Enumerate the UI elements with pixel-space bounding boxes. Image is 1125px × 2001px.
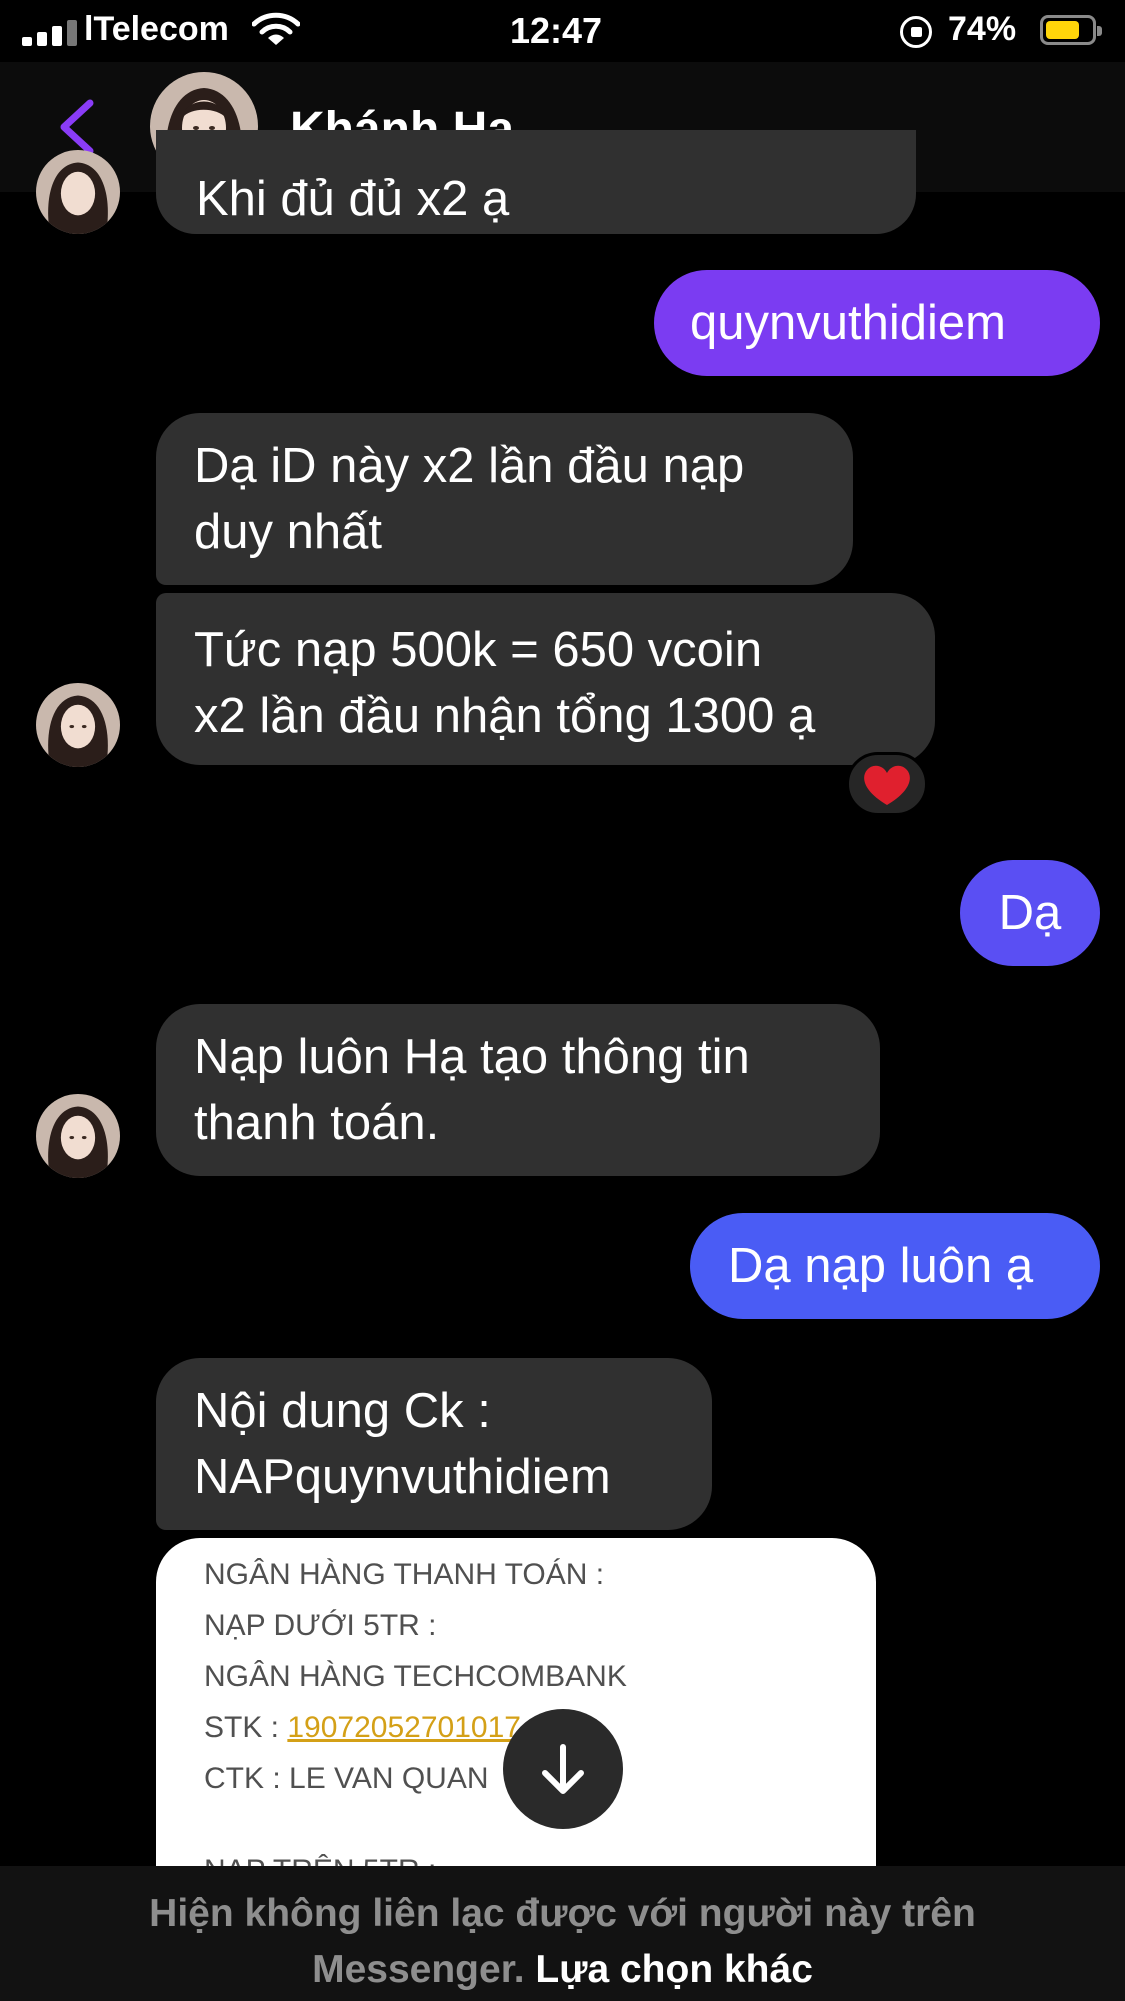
other-options-link[interactable]: Lựa chọn khác <box>535 1948 812 1991</box>
card-text: NẠP DƯỚI 5TR : <box>204 1609 437 1642</box>
unavailable-notice: Hiện không liên lạc được với người này t… <box>0 1866 1125 2001</box>
message-bubble-received[interactable]: Tức nạp 500k = 650 vcoin x2 lần đầu nhận… <box>156 593 935 765</box>
message-bubble-sent[interactable]: quynvuthidiem <box>654 270 1100 376</box>
notice-line2: Messenger. Lựa chọn khác <box>0 1948 1125 1992</box>
heart-icon <box>864 765 910 805</box>
message-text: quynvuthidiem <box>690 296 1006 350</box>
account-number-link[interactable]: 19072052701017 <box>287 1711 521 1744</box>
message-text: Khi đủ đủ x2 ạ <box>196 172 510 226</box>
notice-text: Hiện không liên lạc được với người này t… <box>149 1892 976 1935</box>
message-text: Nội dung Ck : <box>194 1384 491 1438</box>
account-number-line: STK : 19072052701017 <box>204 1711 521 1745</box>
card-text: STK : <box>204 1711 288 1744</box>
status-bar-overlay <box>0 0 1125 62</box>
message-text: duy nhất <box>194 505 382 559</box>
message-text: Nạp luôn Hạ tạo thông tin <box>194 1030 750 1084</box>
card-text: CTK : LE VAN QUAN <box>204 1762 489 1795</box>
message-text: NAPquynvuthidiem <box>194 1450 611 1504</box>
card-text: NGÂN HÀNG THANH TOÁN : <box>204 1558 605 1591</box>
message-text: x2 lần đầu nhận tổng 1300 ạ <box>194 689 816 743</box>
avatar <box>36 1094 120 1178</box>
message-text: Tức nạp 500k = 650 vcoin <box>194 623 763 677</box>
message-text: Dạ iD này x2 lần đầu nạp <box>194 439 745 493</box>
scroll-to-bottom-button[interactable] <box>503 1709 623 1829</box>
message-bubble-received[interactable]: Nạp luôn Hạ tạo thông tin thanh toán. <box>156 1004 880 1176</box>
heart-reaction[interactable] <box>846 752 928 816</box>
notice-text: Messenger. <box>312 1948 525 1991</box>
message-bubble-received[interactable]: Dạ iD này x2 lần đầu nạp duy nhất <box>156 413 853 585</box>
message-bubble-received[interactable]: Nội dung Ck : NAPquynvuthidiem <box>156 1358 712 1530</box>
message-text: Dạ nạp luôn ạ <box>728 1239 1034 1293</box>
chevron-left-icon[interactable] <box>52 97 102 157</box>
message-text: thanh toán. <box>194 1096 440 1150</box>
message-bubble-received[interactable]: Khi đủ đủ x2 ạ <box>156 130 916 234</box>
message-text: Dạ <box>998 886 1062 940</box>
message-bubble-sent[interactable]: Dạ <box>960 860 1100 966</box>
avatar <box>36 150 120 234</box>
message-bubble-sent[interactable]: Dạ nạp luôn ạ <box>690 1213 1100 1319</box>
arrow-down-icon <box>542 1744 584 1794</box>
avatar <box>36 683 120 767</box>
card-text: NGÂN HÀNG TECHCOMBANK <box>204 1660 627 1693</box>
